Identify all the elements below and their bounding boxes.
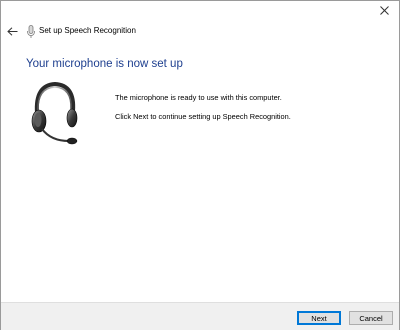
- page-heading: Your microphone is now set up: [26, 58, 183, 70]
- wizard-title: Set up Speech Recognition: [39, 26, 136, 35]
- close-icon: [379, 5, 389, 15]
- microphone-icon: [27, 25, 35, 38]
- window-close-button[interactable]: [369, 1, 399, 19]
- title-bar: [1, 1, 399, 19]
- headset-icon: [31, 81, 78, 145]
- back-arrow-icon: [6, 26, 17, 36]
- cancel-button[interactable]: Cancel: [349, 311, 393, 325]
- wizard-header: Set up Speech Recognition: [1, 21, 399, 43]
- next-button[interactable]: Next: [297, 311, 341, 325]
- back-button[interactable]: [3, 22, 21, 40]
- button-bar: Next Cancel: [1, 302, 399, 330]
- status-message: The microphone is ready to use with this…: [115, 93, 282, 102]
- speech-recognition-wizard-window: Set up Speech Recognition Your microphon…: [0, 0, 400, 330]
- instruction-message: Click Next to continue setting up Speech…: [115, 112, 291, 121]
